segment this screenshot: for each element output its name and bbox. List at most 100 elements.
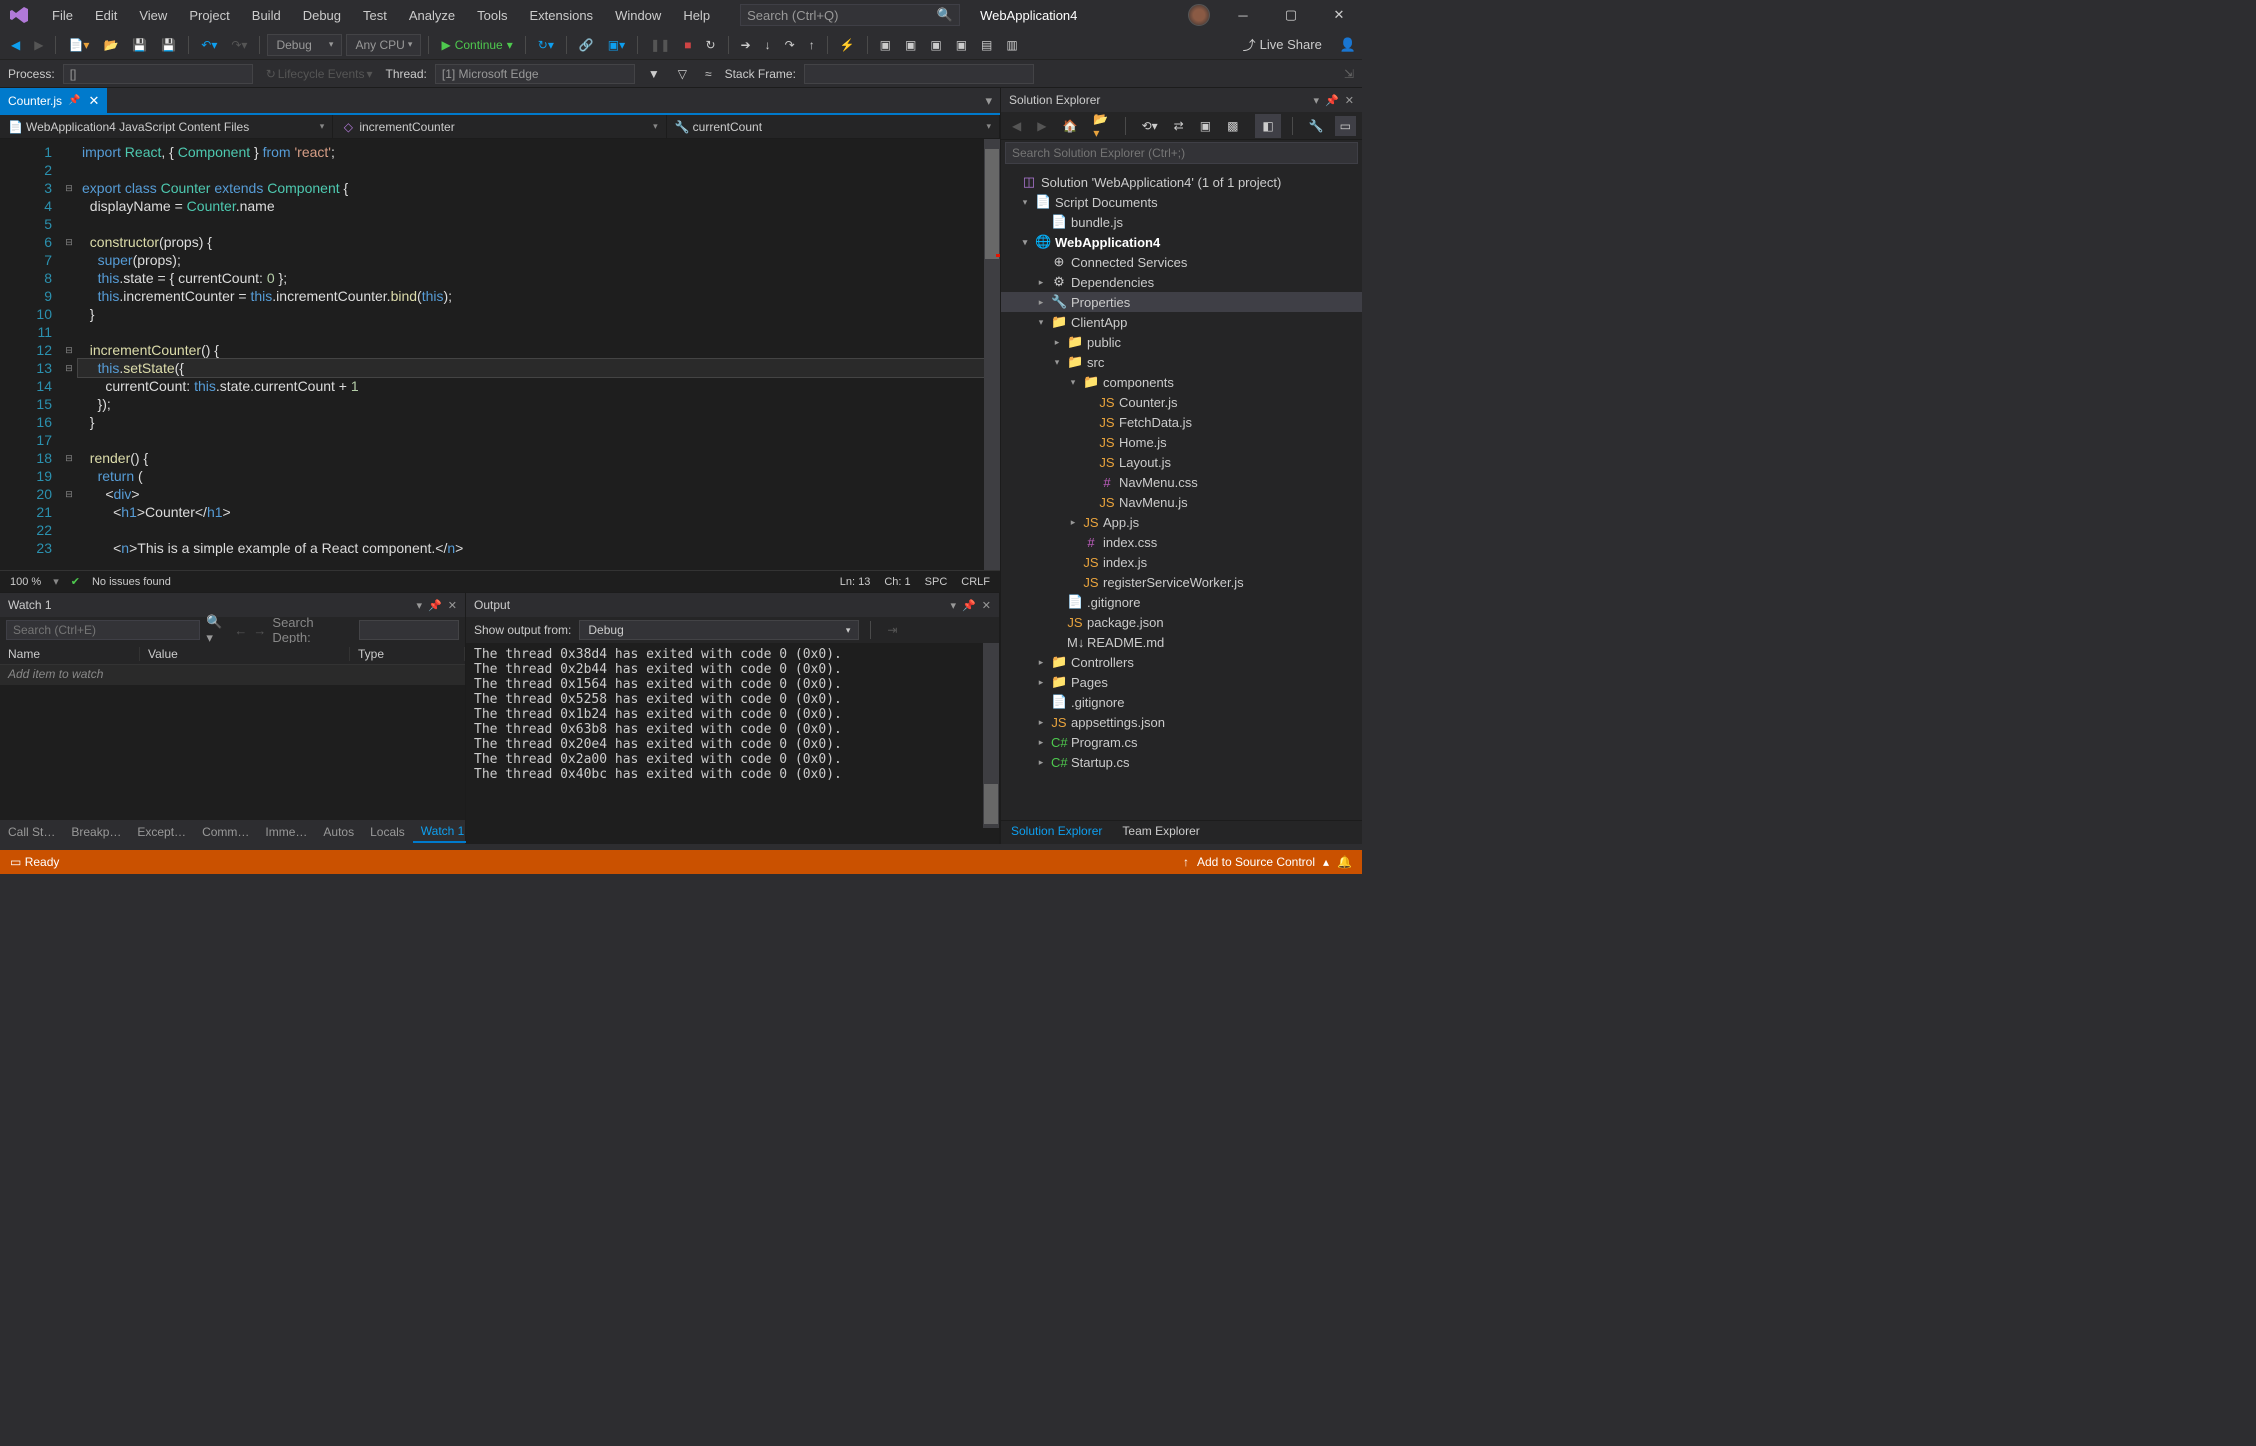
nav-detail[interactable]: 🔧currentCount — [667, 115, 1000, 138]
menu-window[interactable]: Window — [605, 4, 671, 27]
panel-dropdown-icon[interactable]: ▾ — [951, 599, 957, 612]
tree-item[interactable]: JSFetchData.js — [1001, 412, 1362, 432]
redo-button[interactable]: ↷▾ — [226, 35, 252, 55]
bottom-tab[interactable]: Autos — [315, 822, 362, 842]
open-button[interactable]: 📂 — [98, 35, 123, 55]
step-into-button[interactable]: ↓ — [760, 35, 776, 55]
watch-add-prompt[interactable]: Add item to watch — [0, 665, 465, 685]
maximize-button[interactable]: ▢ — [1276, 4, 1306, 26]
tree-item[interactable]: JSindex.js — [1001, 552, 1362, 572]
editor-scrollbar[interactable] — [984, 139, 1000, 570]
continue-button[interactable]: ▶Continue ▾ — [436, 35, 517, 55]
step-out-button[interactable]: ↑ — [804, 35, 820, 55]
menu-extensions[interactable]: Extensions — [519, 4, 603, 27]
tree-item[interactable]: 📄bundle.js — [1001, 212, 1362, 232]
threads-icon[interactable]: ≈ — [700, 64, 717, 84]
notifications-icon[interactable]: 🔔 — [1337, 855, 1352, 869]
tree-item[interactable]: JSpackage.json — [1001, 612, 1362, 632]
new-item-button[interactable]: 📄▾ — [63, 35, 94, 55]
tree-item[interactable]: ▾📁components — [1001, 372, 1362, 392]
save-all-button[interactable]: 💾 — [156, 35, 181, 55]
panel-close-icon[interactable]: ✕ — [982, 599, 991, 612]
restart-button[interactable]: ↻ — [701, 35, 721, 55]
feedback-icon[interactable]: 👤 — [1340, 37, 1356, 53]
user-avatar[interactable] — [1188, 4, 1210, 26]
step-over-button[interactable]: ↷ — [780, 35, 800, 55]
sol-props-icon[interactable]: 🔧 — [1304, 116, 1329, 136]
bottom-tab[interactable]: Locals — [362, 822, 413, 842]
sol-back-icon[interactable]: ◀ — [1007, 116, 1026, 136]
panel-pin-icon[interactable]: 📌 — [962, 599, 976, 612]
windows1-icon[interactable]: ▣ — [875, 35, 896, 55]
tree-item[interactable]: JSLayout.js — [1001, 452, 1362, 472]
output-scrollbar[interactable] — [983, 643, 999, 828]
zoom-level[interactable]: 100 % — [10, 576, 41, 588]
menu-debug[interactable]: Debug — [293, 4, 351, 27]
thread-combo[interactable]: [1] Microsoft Edge — [435, 64, 635, 84]
sol-sync-icon[interactable]: ⟲▾ — [1137, 116, 1163, 136]
menu-edit[interactable]: Edit — [85, 4, 127, 27]
panel-pin-icon[interactable]: 📌 — [428, 599, 442, 612]
live-share[interactable]: ⤴ Live Share 👤 — [1243, 35, 1356, 54]
panel-close-icon[interactable]: ✕ — [448, 599, 457, 612]
tree-item[interactable]: ▸📁public — [1001, 332, 1362, 352]
sol-fwd-icon[interactable]: ▶ — [1032, 116, 1051, 136]
intellitrace-button[interactable]: ⚡ — [835, 35, 860, 55]
panel-dropdown-icon[interactable]: ▾ — [1314, 94, 1320, 107]
filter1-icon[interactable]: ▼ — [643, 64, 665, 84]
bottom-tab[interactable]: Imme… — [257, 822, 315, 842]
tree-item[interactable]: #NavMenu.css — [1001, 472, 1362, 492]
tree-item[interactable]: ⊕Connected Services — [1001, 252, 1362, 272]
minimize-button[interactable]: ─ — [1228, 4, 1258, 26]
sol-switch-icon[interactable]: 📂▾ — [1088, 109, 1113, 143]
config-combo[interactable]: Debug — [267, 34, 342, 56]
process-combo[interactable]: [] — [63, 64, 253, 84]
menu-analyze[interactable]: Analyze — [399, 4, 465, 27]
tabs-dropdown-icon[interactable]: ▾ — [977, 89, 1000, 113]
output-indent-icon[interactable]: ⇥ — [882, 620, 902, 640]
menu-tools[interactable]: Tools — [467, 4, 517, 27]
refresh-button[interactable]: ↻▾ — [533, 35, 559, 55]
sol-collapse-icon[interactable]: ▣ — [1195, 116, 1216, 136]
depth-combo[interactable] — [359, 620, 459, 640]
tree-item[interactable]: ▸🔧Properties — [1001, 292, 1362, 312]
windows4-icon[interactable]: ▣ — [951, 35, 972, 55]
sol-preview-icon[interactable]: ◧ — [1257, 116, 1278, 136]
save-button[interactable]: 💾 — [127, 35, 152, 55]
tree-item[interactable]: 📄.gitignore — [1001, 592, 1362, 612]
tree-item[interactable]: ▾🌐WebApplication4 — [1001, 232, 1362, 252]
browser-link-button[interactable]: 🔗 — [574, 35, 599, 55]
tree-item[interactable]: ▸⚙Dependencies — [1001, 272, 1362, 292]
tree-item[interactable]: JSregisterServiceWorker.js — [1001, 572, 1362, 592]
output-from-combo[interactable]: Debug▾ — [579, 620, 859, 640]
bottom-tab[interactable]: Comm… — [194, 822, 257, 842]
pause-button[interactable]: ❚❚ — [645, 35, 675, 55]
filter2-icon[interactable]: ▽ — [673, 64, 692, 84]
tree-item[interactable]: 📄.gitignore — [1001, 692, 1362, 712]
sol-home-icon[interactable]: 🏠 — [1057, 116, 1082, 136]
undo-button[interactable]: ↶▾ — [196, 35, 222, 55]
tree-item[interactable]: ▾📄Script Documents — [1001, 192, 1362, 212]
toolbar-overflow-icon[interactable]: ⇲ — [1344, 67, 1354, 81]
sol-search-input[interactable] — [1005, 142, 1358, 164]
tab-close-icon[interactable]: ✕ — [88, 93, 99, 109]
menu-help[interactable]: Help — [673, 4, 720, 27]
sol-tab[interactable]: Solution Explorer — [1001, 821, 1112, 844]
tree-item[interactable]: ▸📁Controllers — [1001, 652, 1362, 672]
quick-search[interactable]: Search (Ctrl+Q) 🔍 — [740, 4, 960, 26]
tree-item[interactable]: M↓README.md — [1001, 632, 1362, 652]
tree-item[interactable]: ▸C#Startup.cs — [1001, 752, 1362, 772]
stack-combo[interactable] — [804, 64, 1034, 84]
tree-item[interactable]: ▾📁src — [1001, 352, 1362, 372]
sol-refresh-icon[interactable]: ⇄ — [1169, 116, 1189, 136]
menu-build[interactable]: Build — [242, 4, 291, 27]
sol-tab[interactable]: Team Explorer — [1112, 821, 1209, 844]
solution-root[interactable]: ◫ Solution 'WebApplication4' (1 of 1 pro… — [1001, 172, 1362, 192]
code-editor[interactable]: 1234567891011121314151617181920212223 ⊟⊟… — [0, 139, 1000, 570]
sol-view-icon[interactable]: ▭ — [1335, 116, 1356, 136]
nav-next-icon[interactable]: → — [253, 623, 266, 638]
pin-icon[interactable]: 📌 — [68, 95, 80, 106]
tree-item[interactable]: JSNavMenu.js — [1001, 492, 1362, 512]
tree-item[interactable]: ▾📁ClientApp — [1001, 312, 1362, 332]
panel-close-icon[interactable]: ✕ — [1345, 94, 1354, 107]
